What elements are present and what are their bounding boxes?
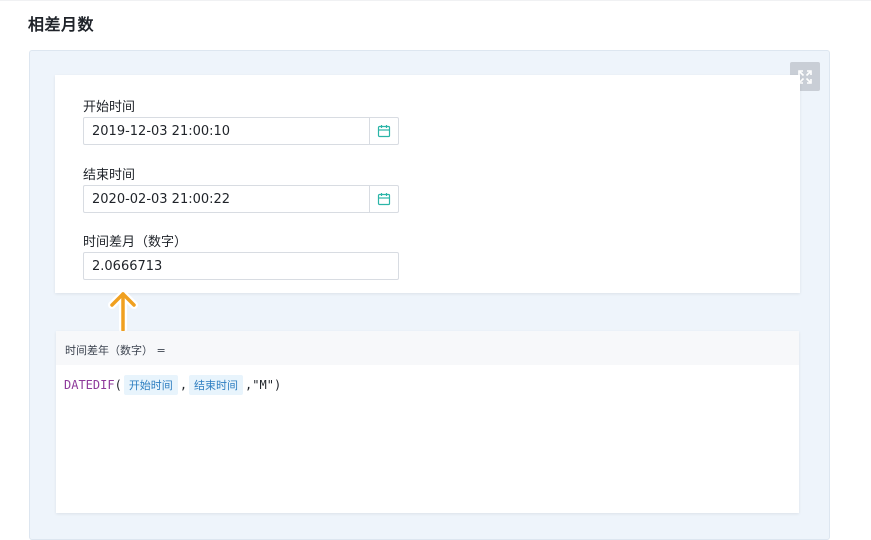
result-label: 时间差月（数字）	[83, 235, 188, 250]
top-divider	[0, 0, 871, 1]
arrow-up-icon	[108, 290, 138, 334]
formula-tail: ,"M")	[245, 378, 282, 392]
start-time-value: 2019-12-03 21:00:10	[92, 124, 231, 139]
start-time-field[interactable]: 2019-12-03 21:00:10	[83, 117, 399, 145]
result-field[interactable]: 2.0666713	[83, 252, 399, 280]
formula-field-ref-end[interactable]: 结束时间	[189, 375, 244, 395]
form-card: 开始时间 2019-12-03 21:00:10 结束时间 2020-02-03…	[55, 75, 800, 293]
result-value: 2.0666713	[92, 259, 163, 274]
formula-header: 时间差年（数字） =	[56, 331, 799, 365]
formula-field-ref-start[interactable]: 开始时间	[123, 375, 178, 395]
end-time-value: 2020-02-03 21:00:22	[92, 192, 231, 207]
end-time-label: 结束时间	[83, 168, 136, 183]
formula-function: DATEDIF	[64, 378, 115, 392]
formula-open-paren: (	[114, 378, 122, 392]
page-title: 相差月数	[28, 15, 95, 34]
formula-separator: ,	[179, 378, 188, 392]
calendar-icon	[377, 125, 391, 138]
formula-expression[interactable]: DATEDIF ( 开始时间 , 结束时间 ,"M")	[64, 375, 281, 395]
formula-target-label: 时间差年（数字） =	[65, 344, 166, 357]
start-time-label: 开始时间	[83, 100, 136, 115]
formula-editor[interactable]: 时间差年（数字） = DATEDIF ( 开始时间 , 结束时间 ,"M")	[56, 331, 799, 513]
end-time-field[interactable]: 2020-02-03 21:00:22	[83, 185, 399, 213]
end-time-calendar-button[interactable]	[369, 186, 398, 212]
start-time-calendar-button[interactable]	[369, 118, 398, 144]
calendar-icon	[377, 193, 391, 206]
